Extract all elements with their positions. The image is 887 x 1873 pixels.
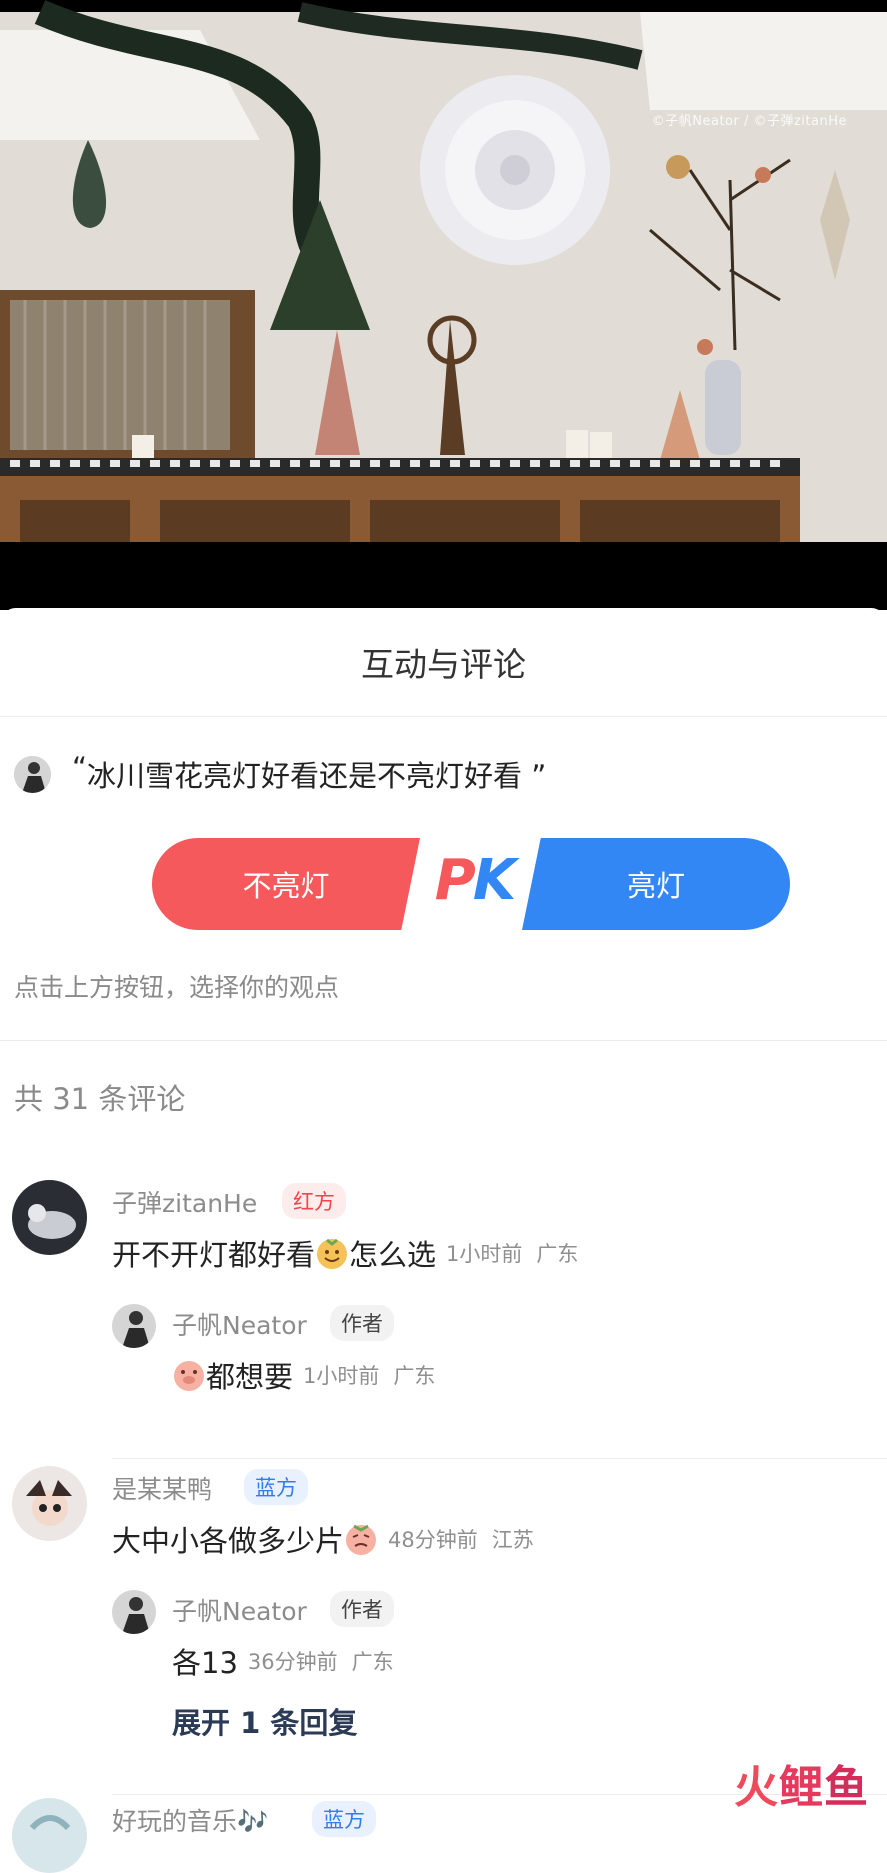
pig-emoji-icon: [174, 1361, 204, 1391]
christmas-decor-image: [0, 0, 887, 610]
vote-hint: 点击上方按钮，选择你的观点: [14, 973, 340, 1002]
quote-open: “: [72, 751, 88, 785]
divider: [0, 1040, 887, 1041]
avatar[interactable]: [12, 1466, 87, 1541]
post-photo[interactable]: ©子帆Neator / ©子弹zitanHe: [0, 0, 887, 610]
expand-replies-button[interactable]: 展开 1 条回复: [172, 1700, 357, 1742]
author-badge: 作者: [330, 1591, 394, 1627]
reply-text: 各13 36分钟前 广东: [172, 1646, 394, 1680]
comment-username[interactable]: 子弹zitanHe: [112, 1184, 257, 1220]
pk-logo: PK: [434, 848, 516, 913]
vote-no-light-button[interactable]: 不亮灯: [152, 838, 420, 930]
comment-username[interactable]: 是某某鸭: [112, 1470, 212, 1506]
divider: [0, 716, 887, 717]
cry-emoji-icon: [346, 1524, 377, 1555]
side-badge: 红方: [282, 1183, 346, 1219]
reply-location: 广东: [393, 1364, 436, 1388]
interaction-comment-sheet: 互动与评论 “ 冰川雪花亮灯好看还是不亮灯好看 ” 不亮灯 PK 亮灯 点击上方…: [0, 608, 887, 1873]
avatar[interactable]: [12, 1798, 87, 1873]
reply-location: 广东: [351, 1650, 394, 1674]
reply-text: 都想要 1小时前 广东: [172, 1354, 435, 1396]
quote-close: ”: [531, 759, 547, 793]
brand-logo: 火鲤鱼: [734, 1762, 869, 1813]
pk-vote: 不亮灯 PK 亮灯: [152, 828, 790, 930]
side-badge: 蓝方: [244, 1469, 308, 1505]
divider: [112, 1458, 887, 1459]
comment-count: 共 31 条评论: [14, 1082, 186, 1116]
avatar[interactable]: [112, 1304, 156, 1348]
comment-location: 江苏: [491, 1528, 534, 1552]
question-text: 冰川雪花亮灯好看还是不亮灯好看 ”: [87, 759, 547, 793]
reply-username[interactable]: 子帆Neator: [172, 1306, 307, 1342]
smile-emoji-icon: [317, 1238, 348, 1269]
photo-watermark: ©子帆Neator / ©子弹zitanHe: [651, 114, 847, 129]
comment-location: 广东: [536, 1242, 579, 1266]
comment-username[interactable]: 好玩的音乐🎶: [112, 1802, 268, 1838]
sheet-title: 互动与评论: [361, 645, 526, 684]
reply-time: 36分钟前: [247, 1650, 338, 1674]
comment-time: 1小时前: [446, 1242, 523, 1266]
reply-time: 1小时前: [303, 1364, 380, 1388]
avatar[interactable]: [12, 1180, 87, 1255]
author-badge: 作者: [330, 1305, 394, 1341]
avatar[interactable]: [14, 755, 51, 793]
avatar[interactable]: [112, 1590, 156, 1634]
side-badge: 蓝方: [312, 1801, 376, 1837]
comment-text: 大中小各做多少片 48分钟前 江苏: [112, 1524, 534, 1558]
comment-text: 开不开灯都好看 怎么选 1小时前 广东: [112, 1238, 579, 1272]
pk-question: “ 冰川雪花亮灯好看还是不亮灯好看 ”: [14, 751, 547, 795]
vote-light-button[interactable]: 亮灯: [522, 838, 790, 930]
reply-username[interactable]: 子帆Neator: [172, 1592, 307, 1628]
comment-time: 48分钟前: [388, 1528, 478, 1552]
